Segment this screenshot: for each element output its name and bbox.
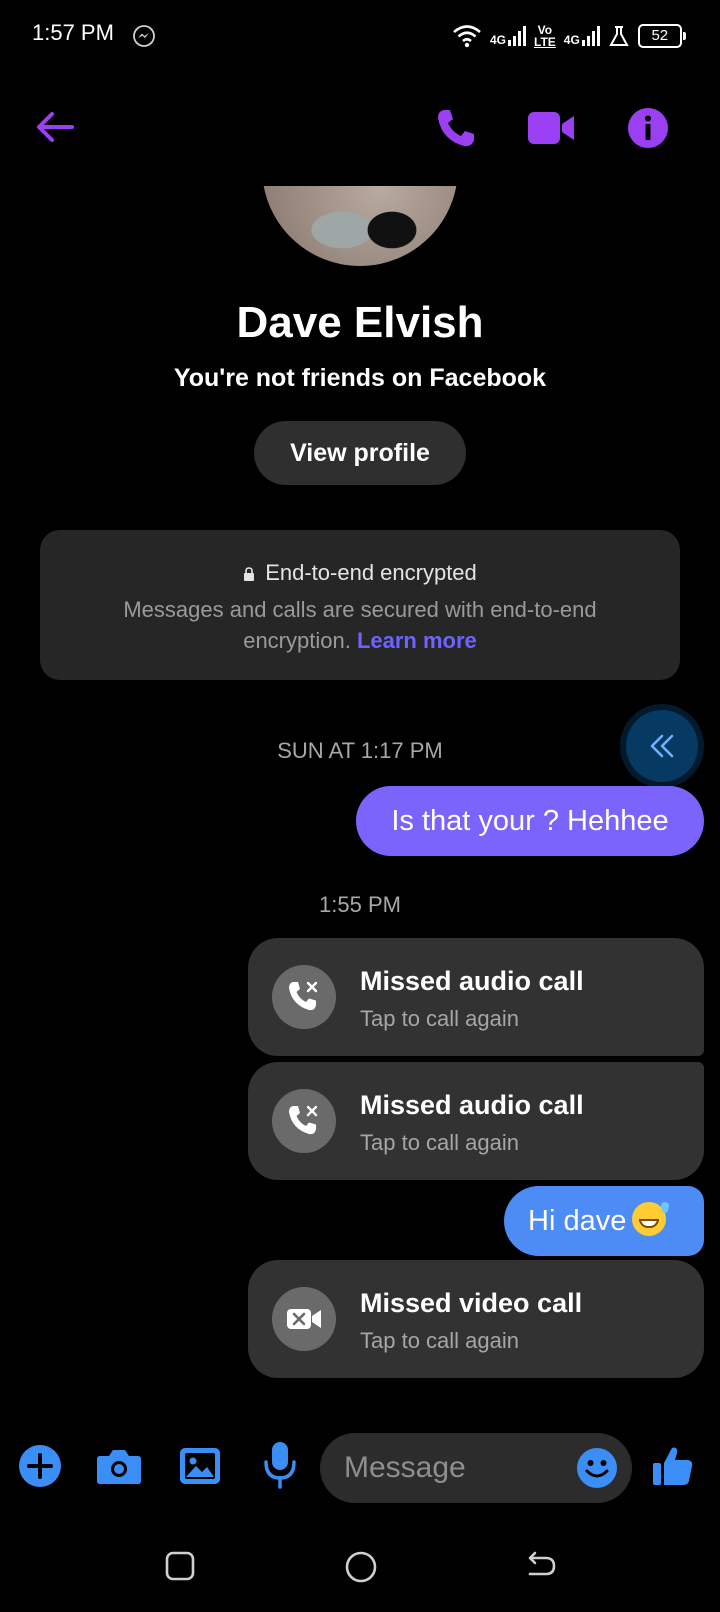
emoji-icon[interactable] <box>576 1447 618 1489</box>
missed-audio-call-icon <box>289 981 318 1011</box>
call-subtitle: Tap to call again <box>360 1328 519 1353</box>
missed-call-icon-circle <box>272 1287 336 1351</box>
message-text: Hi dave <box>528 1205 627 1237</box>
volte-indicator: Vo LTE <box>534 24 556 48</box>
signal-bars-icon <box>581 26 600 46</box>
messenger-notification-icon <box>133 25 155 47</box>
missed-call-card[interactable]: Missed audio call Tap to call again <box>248 938 704 1056</box>
missed-video-call-card[interactable]: Missed video call Tap to call again <box>248 1260 704 1378</box>
signal-2: 4G <box>564 26 600 46</box>
battery-indicator: 52 <box>637 24 686 48</box>
back-nav-icon[interactable] <box>524 1550 558 1584</box>
encryption-title-row: End-to-end encrypted <box>40 560 680 586</box>
network-type-2: 4G <box>563 33 580 47</box>
encryption-description-row: Messages and calls are secured with end-… <box>80 594 640 656</box>
timestamp: 1:55 PM <box>319 892 401 917</box>
missed-audio-call-icon <box>289 1105 318 1135</box>
status-time: 1:57 PM <box>32 20 114 45</box>
grinning-sweat-emoji <box>632 1202 670 1236</box>
info-icon[interactable] <box>626 106 670 150</box>
volte-lte: LTE <box>534 35 556 49</box>
plus-icon[interactable] <box>18 1444 62 1488</box>
outgoing-message-bubble[interactable]: Is that your ? Hehhee <box>356 786 704 856</box>
gallery-icon[interactable] <box>178 1444 222 1488</box>
missed-call-card[interactable]: Missed audio call Tap to call again <box>248 1062 704 1180</box>
contact-avatar[interactable] <box>262 186 458 266</box>
call-title: Missed audio call <box>360 966 584 996</box>
recents-icon[interactable] <box>164 1550 196 1582</box>
outgoing-message-bubble[interactable]: Hi dave <box>504 1186 704 1256</box>
view-profile-button[interactable]: View profile <box>254 421 466 485</box>
friend-status: You're not friends on Facebook <box>173 364 547 392</box>
microphone-icon[interactable] <box>262 1440 298 1490</box>
status-bar: 1:57 PM 4G Vo LTE 4G 52 <box>0 0 720 72</box>
lock-icon <box>244 567 255 581</box>
missed-call-icon-circle <box>272 1089 336 1153</box>
missed-call-icon-circle <box>272 965 336 1029</box>
call-subtitle: Tap to call again <box>360 1006 519 1031</box>
wifi-icon <box>453 25 481 48</box>
video-camera-icon[interactable] <box>526 106 578 150</box>
contact-name: Dave Elvish <box>236 298 484 347</box>
scroll-to-latest-button[interactable] <box>626 710 698 782</box>
encryption-title: End-to-end encrypted <box>265 560 477 585</box>
signal-bars-icon <box>508 26 527 46</box>
timestamp: SUN AT 1:17 PM <box>277 738 443 763</box>
call-title: Missed audio call <box>360 1090 584 1120</box>
signal-1: 4G <box>490 26 527 47</box>
network-type-1: 4G <box>490 33 507 47</box>
call-subtitle: Tap to call again <box>360 1130 519 1155</box>
status-indicators: 4G Vo LTE 4G 52 <box>452 18 686 54</box>
double-chevron-left-icon <box>650 734 674 758</box>
phone-icon[interactable] <box>434 106 478 150</box>
camera-icon[interactable] <box>96 1446 142 1486</box>
thumbs-up-icon[interactable] <box>652 1444 694 1488</box>
flask-icon <box>609 26 629 46</box>
call-title: Missed video call <box>360 1288 583 1318</box>
missed-video-call-icon <box>287 1309 321 1329</box>
encryption-notice: End-to-end encrypted Messages and calls … <box>40 530 680 680</box>
home-icon[interactable] <box>344 1550 378 1584</box>
arrow-left-icon[interactable] <box>34 106 76 148</box>
learn-more-link[interactable]: Learn more <box>357 628 477 653</box>
